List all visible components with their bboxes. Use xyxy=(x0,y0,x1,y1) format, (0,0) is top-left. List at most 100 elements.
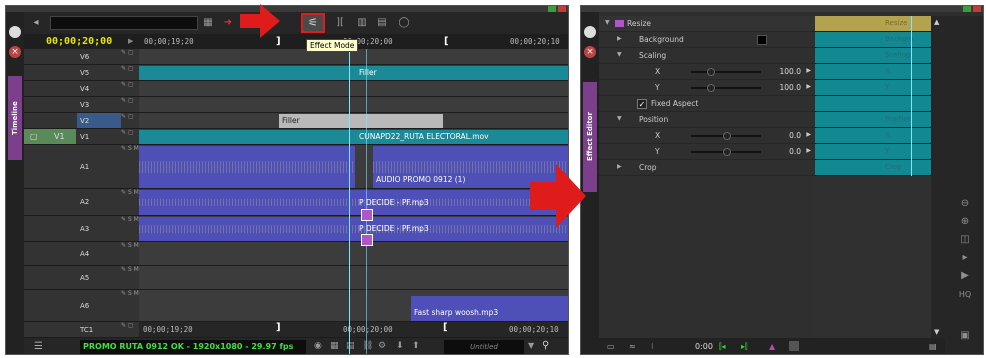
kf-row[interactable] xyxy=(815,96,945,112)
track-controls[interactable]: ✎ ▢ xyxy=(121,322,139,337)
dropdown-arrow-icon[interactable]: ▼ xyxy=(528,341,534,350)
slip-icon[interactable]: ▤ xyxy=(374,16,390,30)
kf-row[interactable]: Y xyxy=(815,144,945,160)
collapse-icon[interactable]: ▶ xyxy=(617,163,622,170)
param-background[interactable]: ▶ Background xyxy=(599,32,815,48)
link-icon[interactable]: ⛓ xyxy=(362,341,373,351)
color-swatch[interactable] xyxy=(757,35,767,45)
param-crop[interactable]: ▶ Crop xyxy=(599,160,815,176)
playhead[interactable] xyxy=(349,49,350,354)
track-lane[interactable] xyxy=(139,266,568,289)
down-arrow-icon[interactable]: ⬇ xyxy=(396,341,404,351)
untitled-dropdown[interactable]: Untitled xyxy=(444,340,524,354)
track-controls[interactable]: ✎ S M xyxy=(121,266,139,289)
keyframe-graph[interactable]: Resize Backgro Scaling X Y Position X Y … xyxy=(815,16,945,338)
clip-audio-a1[interactable] xyxy=(139,146,355,188)
up-arrow-icon[interactable]: ⬆ xyxy=(412,341,420,351)
kf-row[interactable]: Y xyxy=(815,80,945,96)
track-label[interactable]: A5 xyxy=(77,266,121,289)
scroll-up-icon[interactable]: ▲ xyxy=(934,18,939,26)
track-controls[interactable]: ✎ ▢ xyxy=(121,81,139,96)
track-lane[interactable] xyxy=(139,97,568,112)
track-label[interactable]: A4 xyxy=(77,242,121,265)
record-icon[interactable]: ◯ xyxy=(396,16,412,30)
track-controls[interactable]: ✎ S M xyxy=(121,242,139,265)
track-controls[interactable]: ✎ ▢ xyxy=(121,113,139,128)
track-controls[interactable]: ✎ S M xyxy=(121,189,139,215)
collapse-icon[interactable]: ▶ xyxy=(617,35,622,42)
kf-row[interactable]: Crop xyxy=(815,160,945,176)
kf-row[interactable]: X xyxy=(815,128,945,144)
clip-filler-v2[interactable]: Filler xyxy=(279,114,443,128)
keyframe-icon[interactable]: ▲ xyxy=(769,342,775,351)
scaling-y-knob[interactable] xyxy=(707,84,715,92)
clip-audio-a2[interactable]: P DECIDE - PF.mp3 xyxy=(139,190,568,215)
track-controls[interactable]: ✎ ▢ xyxy=(121,97,139,112)
track-lane[interactable]: P DECIDE - PF.mp3 xyxy=(139,189,568,215)
scaling-x-knob[interactable] xyxy=(707,68,715,76)
close-button[interactable] xyxy=(973,6,981,12)
clip-audio-a6[interactable]: Fast sharp woosh.mp3 xyxy=(411,296,568,321)
menu-icon[interactable] xyxy=(9,26,21,38)
render-icon[interactable]: ▣ xyxy=(957,330,973,341)
tc-lane[interactable]: 00;00;19;20 ] 00;00;20;00 [ 00;00;20;10 xyxy=(139,322,568,337)
settings-icon[interactable]: ◉ xyxy=(314,341,322,351)
expand-icon[interactable]: ▼ xyxy=(617,51,622,58)
track-label[interactable]: V4 xyxy=(77,81,121,96)
step-right-icon[interactable]: ▶ xyxy=(806,147,811,154)
track-label[interactable]: TC1 xyxy=(77,322,121,337)
track-controls[interactable]: ✎ S M xyxy=(121,145,139,188)
param-scaling[interactable]: ▼ Scaling xyxy=(599,48,815,64)
clip-filler-v5[interactable]: Filler xyxy=(139,66,568,80)
position-y-knob[interactable] xyxy=(723,148,731,156)
lift-icon[interactable]: ➜ xyxy=(220,16,236,30)
kf-row[interactable]: Backgro xyxy=(815,32,945,48)
play-icon[interactable]: ▶ xyxy=(957,270,973,281)
menu-icon[interactable] xyxy=(584,26,596,38)
expand-icon[interactable]: ▼ xyxy=(605,19,610,26)
track-lane[interactable] xyxy=(139,81,568,96)
close-panel-icon[interactable]: × xyxy=(9,46,21,58)
grid-view-icon[interactable]: ▦ xyxy=(330,341,339,351)
timecode-ruler[interactable]: 00;00;20;00 ▶ 00;00;19;20 ] 00;00;20;00 … xyxy=(24,34,568,49)
track-label[interactable]: V3 xyxy=(77,97,121,112)
chevron-left-icon[interactable]: ◂ xyxy=(28,16,44,30)
scaling-y-slider[interactable] xyxy=(691,87,761,89)
scaling-x-slider[interactable] xyxy=(691,71,761,73)
source-track-v1[interactable]: ▢ V1 xyxy=(24,129,76,144)
add-keyframe-left-icon[interactable]: ⫿◂ xyxy=(719,342,726,352)
track-label[interactable]: A2 xyxy=(77,189,121,215)
grid-icon[interactable]: ▦ xyxy=(200,16,216,30)
kf-playhead[interactable] xyxy=(911,16,912,176)
keyframe-a2[interactable] xyxy=(361,209,373,221)
track-controls[interactable]: ✎ ▢ xyxy=(121,49,139,64)
track-lane[interactable]: AUDIO PROMO 0912 (1) xyxy=(139,145,568,188)
step-right-icon[interactable]: ▶ xyxy=(806,131,811,138)
step-right-icon[interactable]: ▶ xyxy=(806,67,811,74)
fixed-aspect-checkbox[interactable]: ✓ xyxy=(637,99,647,109)
kf-scrollbar[interactable]: ▲ ▼ xyxy=(931,16,945,338)
scroll-down-icon[interactable]: ▼ xyxy=(934,328,939,336)
search-icon[interactable]: ⚲ xyxy=(542,340,549,351)
track-label[interactable]: V2 xyxy=(77,113,121,128)
split-view-icon[interactable]: ◫ xyxy=(957,234,973,245)
play-arrow-icon[interactable]: ▶ xyxy=(128,37,133,45)
kf-row[interactable]: Scaling xyxy=(815,48,945,64)
clip-audio-a3[interactable]: P DECIDE - PF.mp3 xyxy=(139,217,568,241)
track-label[interactable]: A1 xyxy=(77,145,121,188)
effect-mode-button[interactable]: ⚟ xyxy=(301,13,325,33)
track-lane[interactable]: Filler xyxy=(139,113,568,128)
track-lane[interactable]: CUNAPD22_RUTA ELECTORAL.mov xyxy=(139,129,568,144)
track-lane[interactable]: Filler xyxy=(139,65,568,80)
color-box-icon[interactable] xyxy=(789,341,799,351)
minimize-button[interactable] xyxy=(963,6,971,12)
monitor-icon[interactable]: ▭ xyxy=(607,342,615,351)
step-icon[interactable]: ▸ xyxy=(957,252,973,263)
window-icon[interactable]: ▤ xyxy=(929,342,937,351)
effect-header[interactable]: ▼ Resize xyxy=(599,16,815,32)
kf-row[interactable]: Position xyxy=(815,112,945,128)
trim-mode-icon[interactable]: ▥ xyxy=(354,16,370,30)
step-right-icon[interactable]: ▶ xyxy=(806,83,811,90)
hq-toggle[interactable]: HQ xyxy=(957,290,973,299)
track-lane[interactable] xyxy=(139,242,568,265)
